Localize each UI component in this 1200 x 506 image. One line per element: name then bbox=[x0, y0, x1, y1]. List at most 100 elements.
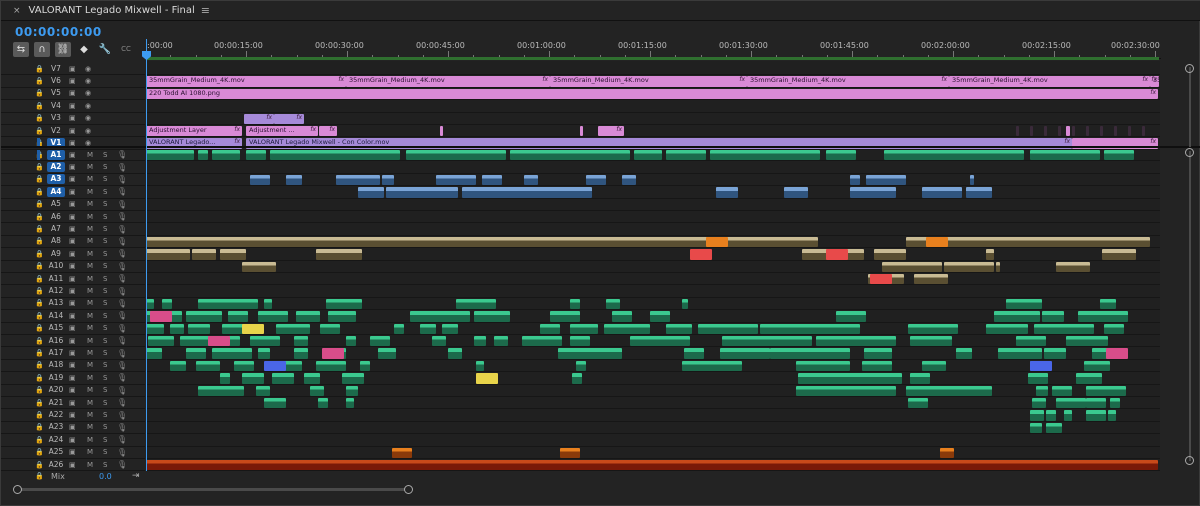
audio-clip[interactable] bbox=[242, 373, 264, 384]
voice-over-record-icon[interactable]: 🎙 bbox=[117, 274, 127, 283]
video-clip[interactable] bbox=[580, 126, 583, 137]
track-header-v7[interactable]: 🔒 V7 ▣ ◉ bbox=[1, 63, 145, 76]
audio-clip[interactable] bbox=[996, 261, 1000, 272]
solo-button[interactable]: S bbox=[103, 374, 107, 382]
voice-over-record-icon[interactable]: 🎙 bbox=[117, 435, 127, 444]
track-header-a22[interactable]: 🔒 A22 ▣ M S 🎙 bbox=[1, 409, 145, 422]
audio-clip[interactable] bbox=[864, 348, 892, 359]
audio-clip[interactable] bbox=[258, 311, 288, 322]
audio-clip[interactable] bbox=[198, 298, 258, 310]
video-clip[interactable]: fx bbox=[598, 126, 624, 137]
audio-clip[interactable] bbox=[1078, 311, 1128, 322]
audio-clip[interactable] bbox=[816, 336, 896, 347]
audio-clip[interactable] bbox=[310, 385, 324, 396]
track-header-a18[interactable]: 🔒 A18 ▣ M S 🎙 bbox=[1, 360, 145, 373]
audio-clip[interactable] bbox=[910, 373, 930, 384]
mute-button[interactable]: M bbox=[87, 225, 93, 233]
audio-clip[interactable] bbox=[956, 348, 972, 359]
track-name[interactable]: V5 bbox=[47, 88, 65, 98]
audio-clip[interactable] bbox=[826, 150, 856, 161]
audio-clip[interactable] bbox=[146, 323, 164, 334]
audio-clip[interactable] bbox=[760, 323, 860, 334]
audio-clip[interactable] bbox=[784, 187, 808, 198]
audio-clip[interactable] bbox=[862, 373, 902, 384]
audio-clip[interactable] bbox=[286, 174, 302, 186]
audio-clip[interactable] bbox=[986, 249, 994, 260]
sync-lock-icon[interactable]: ▣ bbox=[69, 127, 76, 135]
video-clip[interactable] bbox=[1086, 126, 1089, 137]
audio-clip[interactable] bbox=[650, 311, 670, 322]
audio-clip[interactable] bbox=[320, 323, 340, 334]
mute-button[interactable]: M bbox=[87, 175, 93, 183]
sequence-title[interactable]: VALORANT Legado Mixwell - Final bbox=[29, 5, 195, 16]
track-header-a9[interactable]: 🔒 A9 ▣ M S 🎙 bbox=[1, 248, 145, 261]
sync-lock-icon[interactable]: ▣ bbox=[69, 89, 76, 97]
audio-clip[interactable] bbox=[570, 323, 598, 334]
audio-clip[interactable] bbox=[540, 323, 560, 334]
volume-keyframe-marker[interactable] bbox=[1030, 360, 1052, 372]
mute-button[interactable]: M bbox=[87, 337, 93, 345]
audio-clip[interactable] bbox=[560, 447, 580, 458]
lock-icon[interactable]: 🔒 bbox=[35, 436, 44, 444]
sync-lock-icon[interactable]: ▣ bbox=[69, 200, 76, 208]
audio-clip[interactable] bbox=[170, 323, 184, 334]
panel-menu-icon[interactable]: ≡ bbox=[201, 4, 210, 17]
audio-clip[interactable] bbox=[392, 447, 412, 458]
audio-clip[interactable] bbox=[882, 261, 942, 272]
audio-clip[interactable] bbox=[994, 311, 1040, 322]
solo-button[interactable]: S bbox=[103, 175, 107, 183]
audio-clip[interactable] bbox=[922, 187, 962, 198]
lock-icon[interactable]: 🔒 bbox=[35, 337, 44, 345]
video-clip[interactable]: fx bbox=[319, 126, 337, 137]
voice-over-record-icon[interactable]: 🎙 bbox=[117, 200, 127, 209]
audio-clip[interactable] bbox=[242, 261, 276, 272]
sync-lock-icon[interactable]: ▣ bbox=[69, 411, 76, 419]
eye-icon[interactable]: ◉ bbox=[85, 65, 91, 73]
video-clip[interactable] bbox=[1072, 126, 1075, 137]
solo-button[interactable]: S bbox=[103, 275, 107, 283]
track-lane[interactable] bbox=[146, 261, 1160, 273]
audio-clip[interactable] bbox=[796, 360, 850, 372]
sync-lock-icon[interactable]: ▣ bbox=[69, 337, 76, 345]
track-header-a6[interactable]: 🔒 A6 ▣ M S 🎙 bbox=[1, 211, 145, 224]
solo-button[interactable]: S bbox=[103, 448, 107, 456]
audio-clip[interactable] bbox=[474, 311, 510, 322]
fx-badge[interactable]: fx bbox=[1150, 138, 1156, 145]
track-lane[interactable] bbox=[146, 211, 1160, 224]
audio-clip[interactable] bbox=[234, 360, 254, 372]
video-clip[interactable] bbox=[1128, 126, 1131, 137]
mute-button[interactable]: M bbox=[87, 275, 93, 283]
audio-clip[interactable] bbox=[250, 174, 270, 186]
eye-icon[interactable]: ◉ bbox=[85, 89, 91, 97]
time-ruler[interactable]: :00:00 00:00:15:00 00:00:30:00 00:00:45:00 0… bbox=[145, 39, 1161, 59]
voice-over-record-icon[interactable]: 🎙 bbox=[117, 373, 127, 382]
sync-lock-icon[interactable]: ▣ bbox=[69, 386, 76, 394]
audio-clip[interactable] bbox=[944, 261, 994, 272]
lock-icon[interactable]: 🔒 bbox=[35, 324, 44, 332]
audio-clip[interactable] bbox=[212, 348, 252, 359]
audio-clip[interactable] bbox=[410, 311, 470, 322]
track-header-a13[interactable]: 🔒 A13 ▣ M S 🎙 bbox=[1, 298, 145, 311]
zoom-scroll-bar[interactable] bbox=[17, 488, 409, 491]
mute-button[interactable]: M bbox=[87, 361, 93, 369]
mute-button[interactable]: M bbox=[87, 250, 93, 258]
lock-icon[interactable]: 🔒 bbox=[35, 461, 44, 469]
eye-icon[interactable]: ◉ bbox=[85, 114, 91, 122]
audio-clip[interactable] bbox=[940, 447, 954, 458]
mute-button[interactable]: M bbox=[87, 399, 93, 407]
audio-clip[interactable] bbox=[1046, 410, 1056, 421]
audio-clip[interactable] bbox=[866, 174, 906, 186]
track-lane[interactable] bbox=[146, 434, 1160, 447]
lock-icon[interactable]: 🔒 bbox=[35, 89, 44, 97]
sync-lock-icon[interactable]: ▣ bbox=[69, 151, 76, 159]
audio-clip[interactable] bbox=[522, 336, 562, 347]
lock-icon[interactable]: 🔒 bbox=[35, 312, 44, 320]
audio-clip[interactable] bbox=[1046, 422, 1062, 434]
track-lane[interactable] bbox=[146, 273, 1160, 286]
track-header-a10[interactable]: 🔒 A10 ▣ M S 🎙 bbox=[1, 261, 145, 273]
fx-badge[interactable]: fx bbox=[329, 126, 335, 133]
sync-lock-icon[interactable]: ▣ bbox=[69, 324, 76, 332]
mute-button[interactable]: M bbox=[87, 349, 93, 357]
video-clip[interactable] bbox=[1066, 126, 1070, 137]
voice-over-record-icon[interactable]: 🎙 bbox=[117, 262, 127, 271]
